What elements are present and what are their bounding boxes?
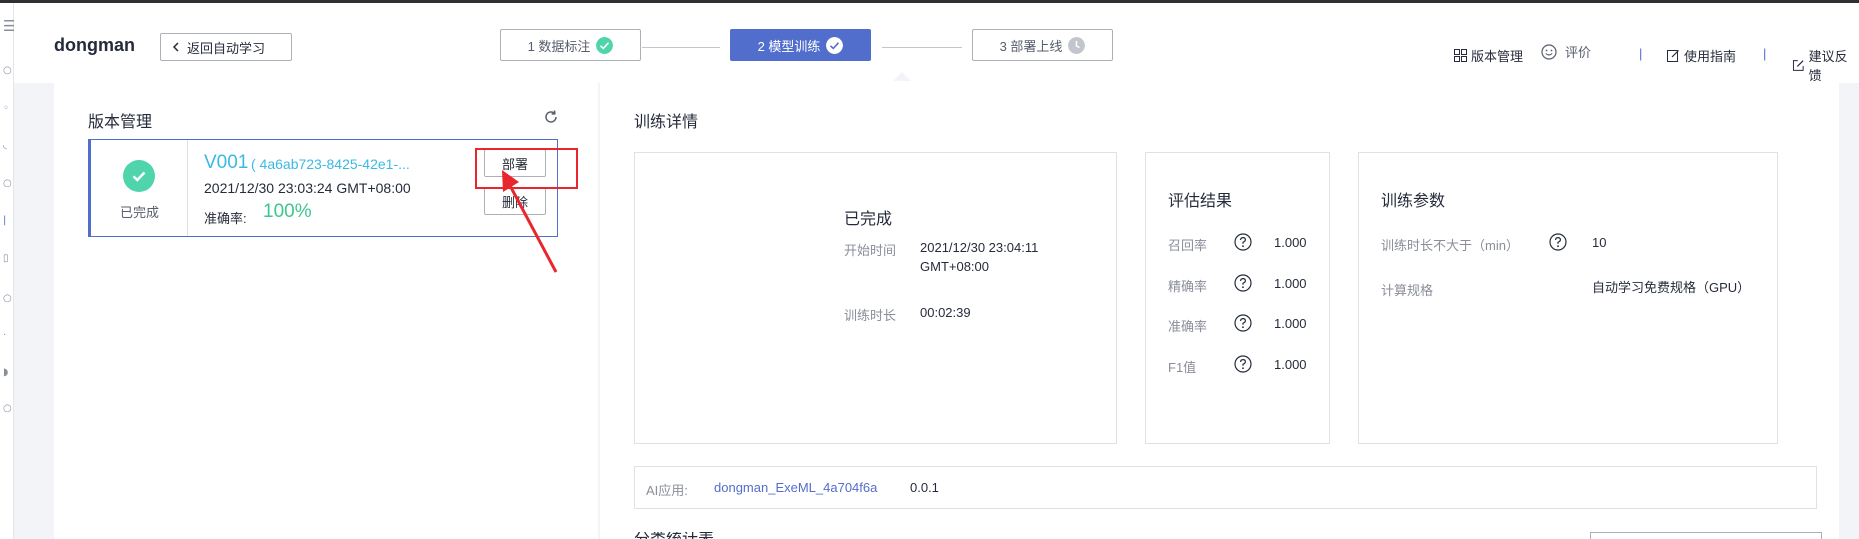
nav-icon[interactable]: ◗ — [3, 367, 8, 378]
training-status-box: 已完成 开始时间 2021/12/30 23:04:11 GMT+08:00 训… — [634, 152, 1117, 444]
feedback-label: 建议反馈 — [1808, 49, 1848, 83]
user-guide-link[interactable]: 使用指南 — [1667, 46, 1736, 65]
step-label: 2 模型训练 — [757, 38, 821, 54]
accuracy-metric-label: 准确率 — [1168, 319, 1208, 334]
chevron-left-icon — [172, 42, 179, 52]
start-time-label: 开始时间 — [844, 243, 897, 258]
recall-value: 1.000 — [1274, 235, 1307, 250]
feedback-link[interactable]: 建议反馈 — [1792, 46, 1859, 84]
refresh-icon[interactable] — [543, 109, 559, 125]
training-status-title: 已完成 — [844, 211, 893, 228]
training-details-panel: 训练详情 已完成 开始时间 2021/12/30 23:04:11 GMT+08… — [600, 83, 1839, 539]
help-icon[interactable] — [1549, 233, 1567, 251]
page-header: dongman 返回自动学习 1 数据标注 2 模型训练 3 部署上线 版本管理… — [14, 3, 1859, 83]
version-status-label: 已完成 — [119, 205, 159, 220]
smile-icon — [1541, 43, 1557, 60]
step-label: 1 数据标注 — [527, 38, 591, 54]
start-time-value-line2: GMT+08:00 — [920, 259, 990, 274]
max-duration-value: 10 — [1592, 235, 1607, 250]
f1-label: F1值 — [1168, 360, 1197, 375]
help-icon[interactable] — [1234, 233, 1252, 251]
ai-app-version: 0.0.1 — [910, 480, 939, 495]
check-circle-icon — [596, 36, 614, 54]
back-to-auto-learning-button[interactable]: 返回自动学习 — [160, 33, 292, 61]
success-check-icon — [123, 160, 155, 192]
training-params-box: 训练参数 训练时长不大于（min） 10 计算规格 自动学习免费规格（GPU） — [1358, 152, 1778, 444]
help-icon[interactable] — [1234, 355, 1252, 373]
app-title: dongman — [54, 35, 135, 55]
nav-icon[interactable]: ◟ — [3, 140, 7, 151]
step-label: 3 部署上线 — [999, 38, 1063, 54]
nav-icon[interactable]: ○ — [3, 403, 12, 414]
training-params-title: 训练参数 — [1381, 193, 1446, 210]
grid-icon — [1454, 49, 1467, 62]
accuracy-value: 100% — [263, 201, 312, 222]
left-nav-rail: ☰ ○ ◦ ◟ ○ | ▯ ○ · ◗ ○ — [0, 3, 16, 539]
duration-label: 训练时长 — [844, 308, 897, 323]
step-connector — [882, 47, 962, 48]
header-separator: | — [1639, 46, 1643, 61]
check-circle-icon — [826, 36, 844, 54]
back-button-label: 返回自动学习 — [187, 40, 266, 56]
step-connector — [642, 47, 720, 48]
active-step-pointer — [893, 72, 911, 81]
nav-icon[interactable]: · — [3, 330, 6, 341]
step-deploy-online[interactable]: 3 部署上线 — [972, 29, 1113, 61]
nav-icon[interactable]: ◦ — [3, 103, 9, 114]
compute-spec-value: 自动学习免费规格（GPU） — [1592, 280, 1751, 295]
ai-app-link[interactable]: dongman_ExeML_4a704f6a — [714, 480, 877, 495]
duration-value: 00:02:39 — [920, 305, 971, 320]
rate-link[interactable]: 评价 — [1541, 42, 1591, 61]
nav-icon[interactable]: ○ — [3, 65, 12, 76]
panel-title: 版本管理 — [88, 114, 153, 131]
version-status-column: 已完成 — [91, 140, 188, 236]
step-data-labeling[interactable]: 1 数据标注 — [500, 29, 641, 61]
compute-spec-label: 计算规格 — [1381, 283, 1434, 298]
accuracy-label: 准确率: — [204, 211, 247, 226]
nav-icon[interactable]: ▯ — [3, 253, 9, 264]
accuracy-metric-value: 1.000 — [1274, 316, 1307, 331]
help-icon[interactable] — [1234, 314, 1252, 332]
nav-icon[interactable]: ○ — [3, 178, 12, 189]
ai-application-bar: AI应用: dongman_ExeML_4a704f6a 0.0.1 — [634, 466, 1817, 509]
f1-value: 1.000 — [1274, 357, 1307, 372]
precision-value: 1.000 — [1274, 276, 1307, 291]
version-management-label: 版本管理 — [1471, 49, 1524, 64]
version-created-time: 2021/12/30 23:03:24 GMT+08:00 — [204, 180, 411, 196]
version-name[interactable]: V001 — [204, 152, 248, 174]
nav-icon-active[interactable]: | — [3, 215, 6, 226]
evaluation-title: 评估结果 — [1168, 193, 1233, 210]
version-id: ( 4a6ab723-8425-42e1-... — [251, 156, 410, 172]
max-duration-label: 训练时长不大于（min） — [1381, 238, 1519, 253]
nav-icon[interactable]: ○ — [3, 293, 12, 304]
stats-select-dropdown[interactable] — [1590, 532, 1822, 539]
clock-icon — [1068, 36, 1086, 54]
version-management-link[interactable]: 版本管理 — [1454, 46, 1523, 65]
start-time-value-line1: 2021/12/30 23:04:11 — [920, 240, 1039, 255]
edit-doc-icon — [1667, 50, 1679, 62]
ai-app-label: AI应用: — [646, 483, 688, 498]
rate-label: 评价 — [1565, 45, 1592, 60]
panel-title: 训练详情 — [634, 114, 699, 131]
step-model-training[interactable]: 2 模型训练 — [730, 29, 871, 61]
annotation-arrow-icon — [502, 170, 558, 273]
precision-label: 精确率 — [1168, 279, 1208, 294]
evaluation-results-box: 评估结果 召回率 1.000 精确率 1.000 准确率 1.000 F1值 1… — [1145, 152, 1330, 444]
recall-label: 召回率 — [1168, 238, 1208, 253]
header-separator: | — [1763, 46, 1767, 61]
help-icon[interactable] — [1234, 274, 1252, 292]
category-stats-title: 分类统计表 — [634, 532, 714, 539]
edit-icon — [1792, 59, 1804, 71]
user-guide-label: 使用指南 — [1684, 49, 1737, 64]
